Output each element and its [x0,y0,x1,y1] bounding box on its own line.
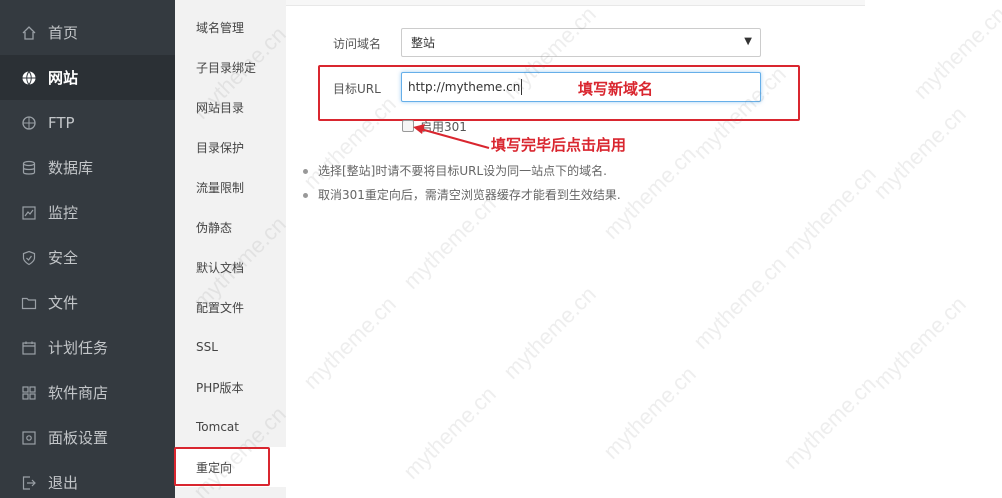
database-icon [21,160,37,176]
watermark: mytheme.cn [498,281,601,384]
sidebar-item-label: 文件 [48,294,79,312]
tab-default-doc[interactable]: 默认文档 [175,247,286,287]
sidebar-item-ftp[interactable]: FTP [0,100,175,145]
annotation-click-enable: 填写完毕后点击启用 [491,136,627,154]
sidebar-item-label: 首页 [48,24,79,42]
sidebar-item-label: 网站 [48,69,79,87]
apps-icon [21,385,37,401]
domain-select-value: 整站 [411,36,436,50]
watermark: mytheme.cn [598,361,701,464]
target-url-value: http://mytheme.cn [408,80,521,94]
shield-icon [21,250,37,266]
tab-subdir[interactable]: 子目录绑定 [175,47,286,87]
tab-label: PHP版本 [196,380,244,395]
dropdown-arrow-icon: ▼ [744,36,752,47]
annotation-fill-domain: 填写新域名 [578,80,654,98]
sidebar-item-logout[interactable]: 退出 [0,460,175,498]
ftp-icon [21,115,37,131]
tab-site-dir[interactable]: 网站目录 [175,87,286,127]
sidebar-item-label: 安全 [48,249,79,267]
sidebar-item-database[interactable]: 数据库 [0,145,175,190]
tab-dir-protect[interactable]: 目录保护 [175,127,286,167]
sidebar-item-security[interactable]: 安全 [0,235,175,280]
watermark: mytheme.cn [298,291,401,394]
help-tips: 选择[整站]时请不要将目标URL设为同一站点下的域名. 取消301重定向后，需清… [303,162,621,210]
tab-domain[interactable]: 域名管理 [175,7,286,47]
tab-config[interactable]: 配置文件 [175,287,286,327]
sidebar-item-website[interactable]: 网站 [0,55,175,100]
annotation-arrow-icon [413,124,490,149]
main-sidebar: 首页 网站 FTP 数据库 监控 安全 文件 计划任务 软件商店 面板设置 退出 [0,0,175,498]
folder-icon [21,295,37,311]
watermark: mytheme.cn [868,291,971,394]
settings-icon [21,430,37,446]
logout-icon [21,475,37,491]
watermark: mytheme.cn [398,381,501,484]
monitor-icon [21,205,37,221]
sidebar-item-store[interactable]: 软件商店 [0,370,175,415]
top-divider [286,0,865,6]
domain-label: 访问域名 [333,37,382,51]
tab-label: 配置文件 [196,300,245,315]
redirect-tab-highlight [174,447,270,486]
watermark: mytheme.cn [778,161,881,264]
watermark: mytheme.cn [908,1,1002,104]
sidebar-item-label: 数据库 [48,159,94,177]
tab-label: 流量限制 [196,180,245,195]
tab-label: 伪静态 [196,220,233,235]
tab-rewrite[interactable]: 伪静态 [175,207,286,247]
sidebar-item-label: 计划任务 [48,339,109,357]
sidebar-item-label: 退出 [48,474,79,492]
tip-item: 选择[整站]时请不要将目标URL设为同一站点下的域名. [303,162,621,186]
watermark: mytheme.cn [778,371,881,474]
globe-icon [21,70,37,86]
tab-label: SSL [196,340,218,354]
target-url-label: 目标URL [333,82,381,96]
tab-label: 域名管理 [196,20,245,35]
tab-tomcat[interactable]: Tomcat [175,407,286,447]
tip-item: 取消301重定向后，需清空浏览器缓存才能看到生效结果. [303,186,621,210]
tab-label: 默认文档 [196,260,245,275]
sidebar-item-home[interactable]: 首页 [0,10,175,55]
sidebar-item-files[interactable]: 文件 [0,280,175,325]
sidebar-item-label: 软件商店 [48,384,109,402]
sidebar-item-cron[interactable]: 计划任务 [0,325,175,370]
tab-label: 网站目录 [196,100,245,115]
watermark: mytheme.cn [688,251,791,354]
tab-label: 子目录绑定 [196,60,257,75]
sidebar-item-label: FTP [48,113,75,132]
tab-label: Tomcat [196,420,239,434]
calendar-icon [21,340,37,356]
home-icon [21,25,37,41]
tab-ssl[interactable]: SSL [175,327,286,367]
watermark: mytheme.cn [868,101,971,204]
text-caret [521,79,523,95]
tab-traffic-limit[interactable]: 流量限制 [175,167,286,207]
sidebar-item-monitor[interactable]: 监控 [0,190,175,235]
domain-select[interactable]: 整站 ▼ [401,28,761,57]
tab-php-version[interactable]: PHP版本 [175,367,286,407]
sidebar-item-label: 监控 [48,204,79,222]
site-settings-menu: 域名管理 子目录绑定 网站目录 目录保护 流量限制 伪静态 默认文档 配置文件 … [175,0,286,498]
sidebar-item-label: 面板设置 [48,429,109,447]
tab-label: 目录保护 [196,140,245,155]
sidebar-item-settings[interactable]: 面板设置 [0,415,175,460]
